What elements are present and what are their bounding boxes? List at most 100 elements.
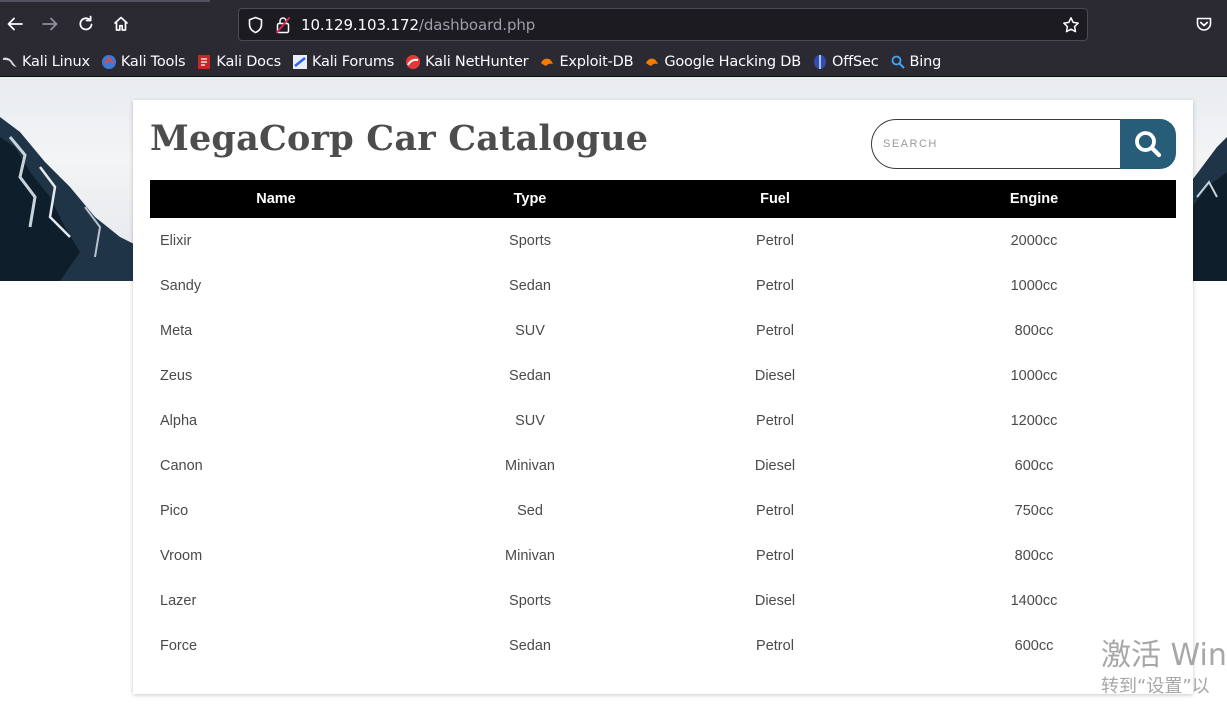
cell-name: Force <box>160 637 198 654</box>
bookmark-star-icon[interactable] <box>1062 16 1080 34</box>
watermark-line-2: 转到“设置”以 <box>1101 676 1210 697</box>
bookmark-label: Exploit-DB <box>559 54 634 70</box>
reload-icon <box>79 15 93 31</box>
cell-name: Elixir <box>160 232 192 249</box>
back-button[interactable] <box>1 10 29 38</box>
address-bar[interactable]: 10.129.103.172/dashboard.php <box>238 8 1088 41</box>
reload-button[interactable] <box>72 10 100 38</box>
bookmark-bing[interactable]: Bing <box>890 50 942 74</box>
car-table: Name Type Fuel Engine Elixir Sports Petr… <box>150 180 1176 668</box>
cell-name: Pico <box>160 502 189 519</box>
cell-engine: 1000cc <box>1010 277 1058 294</box>
active-tab-indicator <box>0 0 210 2</box>
kali-docs-icon <box>198 55 211 69</box>
cell-name: Zeus <box>160 367 193 384</box>
table-row: Force Sedan Petrol 600cc <box>150 623 1176 668</box>
cell-type: Sports <box>509 592 551 609</box>
cell-name: Vroom <box>160 547 203 564</box>
cell-type: Sed <box>517 502 543 519</box>
offsec-icon <box>814 55 826 69</box>
mountain-image-left <box>0 117 140 281</box>
column-header-fuel: Fuel <box>658 180 892 218</box>
cell-fuel: Diesel <box>754 367 796 384</box>
bookmark-google-hacking-db[interactable]: Google Hacking DB <box>644 50 801 74</box>
mountain-image-right <box>1187 137 1227 281</box>
watermark-line-1: 激活 Win <box>1101 638 1227 673</box>
cell-name: Alpha <box>160 412 198 429</box>
bookmark-label: Kali Docs <box>216 54 281 70</box>
cell-engine: 1200cc <box>1010 412 1058 429</box>
cell-engine: 800cc <box>1014 547 1054 564</box>
column-header-engine: Engine <box>892 180 1176 218</box>
bookmark-kali-tools[interactable]: Kali Tools <box>101 50 186 74</box>
url-host: 10.129.103.172 <box>301 16 419 34</box>
table-header-row: Name Type Fuel Engine <box>150 180 1176 218</box>
cell-type: Sedan <box>509 277 551 294</box>
exploit-db-icon <box>541 58 554 66</box>
cell-fuel: Petrol <box>756 277 794 294</box>
bookmark-label: OffSec <box>832 54 879 70</box>
bookmarks-toolbar: Kali Linux Kali Tools Kali Docs Kali For… <box>0 48 1227 77</box>
pocket-button[interactable] <box>1190 10 1218 38</box>
cell-fuel: Petrol <box>756 637 794 654</box>
windows-activation-watermark: 激活 Win 转到“设置”以 <box>1101 637 1227 699</box>
cell-fuel: Petrol <box>756 412 794 429</box>
cell-name: Meta <box>160 322 193 339</box>
table-row: Sandy Sedan Petrol 1000cc <box>150 263 1176 308</box>
url-text[interactable]: 10.129.103.172/dashboard.php <box>301 16 535 34</box>
cell-type: Sedan <box>509 637 551 654</box>
page-title: MegaCorp Car Catalogue <box>150 118 649 159</box>
url-path: /dashboard.php <box>418 16 536 34</box>
cell-fuel: Petrol <box>756 547 794 564</box>
home-button[interactable] <box>107 10 135 38</box>
cell-name: Canon <box>160 457 203 474</box>
home-icon <box>113 16 129 31</box>
shield-icon[interactable] <box>247 16 264 34</box>
cell-engine: 600cc <box>1014 457 1054 474</box>
back-arrow-icon <box>7 17 23 31</box>
insecure-lock-icon[interactable] <box>275 16 291 34</box>
kali-forums-icon <box>292 55 307 69</box>
cell-engine: 1000cc <box>1010 367 1058 384</box>
search-icon <box>1135 131 1162 158</box>
cell-type: SUV <box>515 322 545 339</box>
cell-engine: 800cc <box>1014 322 1054 339</box>
bookmark-kali-linux[interactable]: Kali Linux <box>2 50 90 74</box>
cell-name: Sandy <box>160 277 202 294</box>
cell-type: Sports <box>509 232 551 249</box>
cell-type: Minivan <box>505 457 555 474</box>
forward-button[interactable] <box>36 10 64 38</box>
column-header-type: Type <box>402 180 658 218</box>
bookmark-kali-nethunter[interactable]: Kali NetHunter <box>405 50 529 74</box>
kali-nethunter-icon <box>406 55 421 69</box>
table-row: Lazer Sports Diesel 1400cc <box>150 578 1176 623</box>
bookmark-kali-docs[interactable]: Kali Docs <box>196 50 281 74</box>
cell-fuel: Diesel <box>754 592 796 609</box>
bookmark-label: Kali Tools <box>120 54 186 70</box>
bookmark-label: Kali Forums <box>311 54 395 70</box>
bookmark-label: Google Hacking DB <box>664 54 801 70</box>
cell-engine: 2000cc <box>1010 232 1058 249</box>
kali-tools-icon <box>101 55 116 69</box>
table-row: Alpha SUV Petrol 1200cc <box>150 398 1176 443</box>
table-row: Pico Sed Petrol 750cc <box>150 488 1176 533</box>
table-row: Meta SUV Petrol 800cc <box>150 308 1176 353</box>
bookmark-offsec[interactable]: OffSec <box>812 50 879 74</box>
cell-type: Sedan <box>509 367 551 384</box>
cell-engine: 750cc <box>1014 502 1054 519</box>
cell-name: Lazer <box>160 592 197 609</box>
cell-fuel: Diesel <box>754 457 796 474</box>
pocket-icon <box>1196 17 1212 31</box>
browser-toolbar: 10.129.103.172/dashboard.php <box>0 0 1227 48</box>
search-input[interactable] <box>871 119 1121 169</box>
bookmark-kali-forums[interactable]: Kali Forums <box>292 50 394 74</box>
bookmark-label: Kali NetHunter <box>425 54 529 70</box>
cell-engine: 1400cc <box>1010 592 1058 609</box>
cell-fuel: Petrol <box>756 232 794 249</box>
cell-type: Minivan <box>505 547 555 564</box>
bookmark-label: Kali Linux <box>22 54 90 70</box>
column-header-name: Name <box>150 180 402 218</box>
bookmark-exploit-db[interactable]: Exploit-DB <box>539 50 634 74</box>
bookmark-label: Bing <box>909 54 942 70</box>
search-button[interactable] <box>1120 119 1176 169</box>
